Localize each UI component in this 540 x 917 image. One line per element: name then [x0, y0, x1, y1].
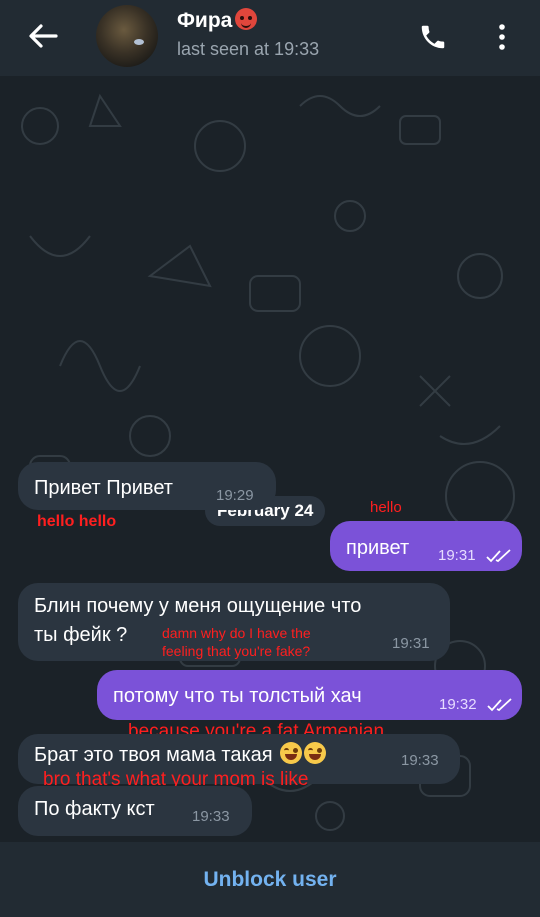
- face-with-tears-of-joy-emoji-icon: [280, 742, 303, 764]
- arrow-left-icon[interactable]: [26, 19, 60, 53]
- face-with-tears-of-joy-emoji-icon: [304, 742, 327, 764]
- contact-name[interactable]: Фира: [177, 8, 258, 33]
- double-check-icon: [486, 549, 511, 563]
- message-bubble-outgoing[interactable]: потому что ты толстый хач 19:32: [97, 670, 522, 720]
- translation-note-line-2: feeling that you're fake?: [162, 643, 311, 659]
- chat-header: Фира last seen at 19:33: [0, 0, 540, 76]
- message-bubble-incoming[interactable]: По факту кст 19:33: [18, 786, 252, 836]
- translation-note: hello hello: [37, 513, 117, 530]
- devil-emoji-icon: [235, 8, 258, 30]
- phone-icon[interactable]: [418, 22, 448, 52]
- message-time: 19:33: [401, 752, 439, 769]
- message-text-content: Брат это твоя мама такая: [34, 744, 273, 766]
- translation-note-line-1: damn why do I have the: [162, 625, 311, 641]
- message-time: 19:29: [216, 487, 254, 504]
- message-text: Привет Привет: [34, 477, 173, 499]
- message-text: Брат это твоя мама такая: [34, 742, 327, 767]
- translation-note: hello: [370, 499, 402, 516]
- message-time: 19:32: [439, 696, 477, 713]
- double-check-icon: [487, 698, 512, 712]
- message-text: потому что ты толстый хач: [113, 685, 362, 707]
- message-time: 19:31: [392, 635, 430, 652]
- more-vertical-icon[interactable]: [495, 22, 509, 52]
- message-text: По факту кст: [34, 798, 155, 820]
- message-text-line-2: ты фейк ?: [34, 624, 128, 646]
- unblock-user-button[interactable]: Unblock user: [0, 842, 540, 917]
- message-time: 19:33: [192, 808, 230, 825]
- message-bubble-incoming[interactable]: Привет Привет 19:29: [18, 462, 276, 510]
- bottom-bar: Unblock user: [0, 842, 540, 917]
- message-text-line-1: Блин почему у меня ощущение что: [34, 595, 362, 617]
- message-text: привет: [346, 537, 410, 559]
- contact-name-text: Фира: [177, 9, 233, 32]
- avatar[interactable]: [96, 5, 158, 67]
- message-bubble-incoming[interactable]: Блин почему у меня ощущение что ты фейк …: [18, 583, 450, 661]
- message-bubble-outgoing[interactable]: привет 19:31: [330, 521, 522, 571]
- last-seen-status: last seen at 19:33: [177, 39, 320, 59]
- message-time: 19:31: [438, 547, 476, 564]
